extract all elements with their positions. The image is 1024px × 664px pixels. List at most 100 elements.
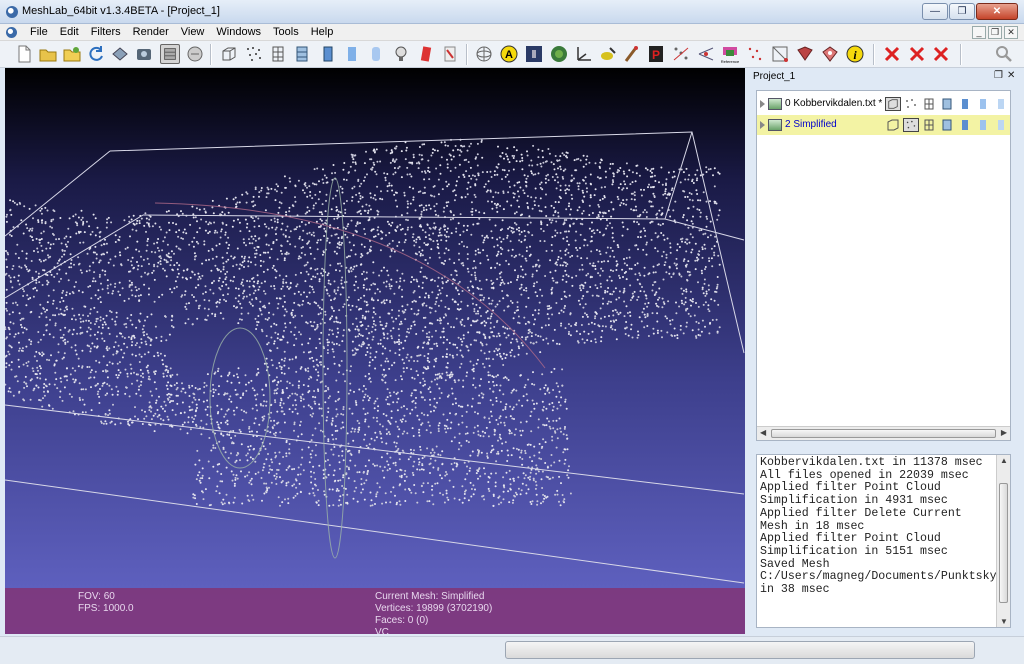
fov-readout: FOV: 60	[78, 591, 115, 602]
window-title: MeshLab_64bit v1.3.4BETA - [Project_1]	[22, 5, 220, 17]
minimize-button[interactable]: —	[922, 3, 948, 20]
align-icon[interactable]	[671, 44, 691, 64]
layer-texture-icon[interactable]	[993, 118, 1009, 132]
layer-points-icon[interactable]	[903, 118, 919, 132]
layer-flat-icon[interactable]	[957, 97, 973, 111]
document-menu-icon[interactable]	[6, 27, 17, 38]
log-area[interactable]: Kobbervikdalen.txt in 11378 msec All fil…	[756, 454, 1011, 628]
import-mesh-icon[interactable]	[62, 44, 82, 64]
show-log-icon[interactable]	[185, 44, 205, 64]
show-layers-icon[interactable]	[160, 44, 180, 64]
axis-icon[interactable]	[574, 44, 594, 64]
scroll-down-icon[interactable]: ▼	[1000, 617, 1008, 626]
maximize-button[interactable]: ❐	[949, 3, 975, 20]
paint-icon[interactable]	[622, 44, 642, 64]
status-bar	[0, 636, 1024, 664]
reload-icon[interactable]	[86, 44, 106, 64]
reference-caption: Reference	[721, 59, 740, 64]
bounding-box-icon[interactable]	[219, 44, 239, 64]
light-on-icon[interactable]	[391, 44, 411, 64]
layer-smooth-icon[interactable]	[975, 118, 991, 132]
menu-render[interactable]: Render	[127, 26, 175, 38]
layer-hidden-icon[interactable]	[939, 118, 955, 132]
document-window-controls: _ ❐ ✕	[972, 26, 1018, 39]
log-vscrollbar[interactable]: ▲ ▼	[996, 455, 1010, 627]
menu-view[interactable]: View	[175, 26, 211, 38]
select-region-icon[interactable]	[820, 44, 840, 64]
title-bar: MeshLab_64bit v1.3.4BETA - [Project_1] —…	[0, 0, 1024, 24]
vertex-select-icon[interactable]	[745, 44, 765, 64]
points-icon[interactable]	[244, 44, 264, 64]
quality-icon[interactable]	[524, 44, 544, 64]
layer-list-hscrollbar[interactable]: ◀ ▶	[757, 426, 1010, 440]
layer-hidden-icon[interactable]	[939, 97, 955, 111]
doc-restore-button[interactable]: ❐	[988, 26, 1002, 39]
layer-bbox-icon[interactable]	[885, 118, 901, 132]
panel-close-icon[interactable]: ✕	[1007, 70, 1015, 81]
menu-tools[interactable]: Tools	[267, 26, 305, 38]
log-text: Kobbervikdalen.txt in 11378 msec All fil…	[760, 456, 1010, 597]
close-button[interactable]: ✕	[976, 3, 1018, 20]
measure-icon[interactable]	[598, 44, 618, 64]
menu-file[interactable]: File	[24, 26, 54, 38]
layer-row[interactable]: 0 Kobbervikdalen.txt *	[757, 94, 1010, 114]
layer-wire-icon[interactable]	[921, 97, 937, 111]
3d-viewport[interactable]: FOV: 60 FPS: 1000.0 Current Mesh: Simpli…	[5, 68, 745, 634]
point-cloud-points	[5, 138, 721, 507]
flat-lines-icon[interactable]	[318, 44, 338, 64]
visibility-toggle-icon[interactable]	[768, 98, 782, 110]
layer-flat-icon[interactable]	[957, 118, 973, 132]
visibility-toggle-icon[interactable]	[768, 119, 782, 131]
color-icon[interactable]	[549, 44, 569, 64]
layer-wire-icon[interactable]	[921, 118, 937, 132]
layer-dialog: Project_1 ❐ ✕ 0 Kobbervikdalen.txt * 2 S…	[751, 68, 1019, 634]
vscroll-thumb[interactable]	[999, 483, 1008, 603]
picking-icon[interactable]: P	[646, 44, 666, 64]
expand-arrow-icon[interactable]	[760, 121, 765, 129]
snapshot-icon[interactable]	[134, 44, 154, 64]
flat-icon[interactable]	[342, 44, 362, 64]
menu-filters[interactable]: Filters	[85, 26, 127, 38]
main-toolbar: A P Reference i	[0, 41, 1024, 68]
delete-face-icon[interactable]	[882, 44, 902, 64]
new-project-icon[interactable]	[14, 44, 34, 64]
wireframe-icon[interactable]	[268, 44, 288, 64]
export-mesh-icon[interactable]	[110, 44, 130, 64]
hscroll-thumb[interactable]	[771, 429, 996, 438]
layer-row-active[interactable]: 2 Simplified	[757, 115, 1010, 135]
smooth-icon[interactable]	[366, 44, 386, 64]
align-points-icon[interactable]	[696, 44, 716, 64]
menu-help[interactable]: Help	[305, 26, 340, 38]
layer-list: 0 Kobbervikdalen.txt * 2 Simplified ◀ ▶	[756, 90, 1011, 441]
search-icon[interactable]	[994, 44, 1014, 64]
doc-minimize-button[interactable]: _	[972, 26, 986, 39]
scroll-right-icon[interactable]: ▶	[1001, 428, 1007, 437]
face-select-icon[interactable]	[770, 44, 790, 64]
layer-texture-icon[interactable]	[993, 97, 1009, 111]
project-title: Project_1	[753, 71, 796, 82]
info-icon[interactable]: i	[845, 44, 865, 64]
reference-icon[interactable]: Reference	[720, 44, 740, 64]
vertices-readout: Vertices: 19899 (3702190)	[375, 603, 493, 614]
undock-icon[interactable]: ❐	[994, 70, 1003, 81]
delete-selection-icon[interactable]	[931, 44, 951, 64]
delete-vertex-icon[interactable]	[907, 44, 927, 64]
current-mesh-readout: Current Mesh: Simplified	[375, 591, 485, 602]
textured-icon[interactable]	[416, 44, 436, 64]
doc-close-button[interactable]: ✕	[1004, 26, 1018, 39]
delete-icon[interactable]	[795, 44, 815, 64]
tool-icon[interactable]	[440, 44, 460, 64]
menu-edit[interactable]: Edit	[54, 26, 85, 38]
svg-text:A: A	[505, 49, 513, 61]
scroll-left-icon[interactable]: ◀	[760, 428, 766, 437]
open-project-icon[interactable]	[38, 44, 58, 64]
label-icon[interactable]: A	[499, 44, 519, 64]
scroll-up-icon[interactable]: ▲	[1000, 456, 1008, 465]
trackball-icon[interactable]	[474, 44, 494, 64]
expand-arrow-icon[interactable]	[760, 100, 765, 108]
layer-bbox-icon[interactable]	[885, 97, 901, 111]
hidden-lines-icon[interactable]	[292, 44, 312, 64]
layer-smooth-icon[interactable]	[975, 97, 991, 111]
menu-windows[interactable]: Windows	[210, 26, 267, 38]
layer-points-icon[interactable]	[903, 97, 919, 111]
